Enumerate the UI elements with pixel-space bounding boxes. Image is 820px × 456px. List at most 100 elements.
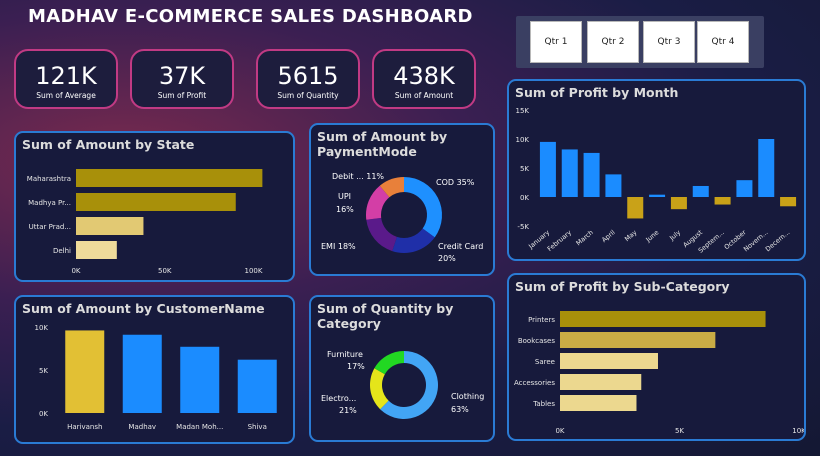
amount-by-customer-chart: 10K 5K 0K Harivansh Madhav Madan Moh... Shiva xyxy=(35,324,277,431)
profit-by-month-chart: 15K10K5K0K-5KJanuaryFebruary March April Ma… xyxy=(516,107,797,255)
x-tick-label: 10K xyxy=(792,427,804,435)
category-label: Printers xyxy=(528,316,555,324)
category-label: Bookcases xyxy=(518,337,556,345)
data-label: 63% xyxy=(451,405,469,414)
y-tick-label: 0K xyxy=(39,410,48,418)
x-tick-label: 0K xyxy=(71,267,80,275)
kpi-card-amount: 438K Sum of Amount xyxy=(372,49,476,109)
x-tick-label: Decem... xyxy=(764,228,791,253)
data-label: COD 35% xyxy=(436,178,475,187)
bar xyxy=(560,353,658,369)
bar xyxy=(76,241,117,259)
kpi-card-average: 121K Sum of Average xyxy=(14,49,118,109)
quantity-by-category-chart: Clothing 63% Electro... 21% Furniture 17% xyxy=(321,350,484,419)
data-label: Debit ... 11% xyxy=(332,172,384,181)
chart-card-profit-by-month[interactable]: Sum of Profit by Month 15K 10K 5K 0K -5K Janu… xyxy=(507,79,806,261)
category-label: Madhya Pr... xyxy=(28,199,71,207)
slicer-qtr4-button[interactable]: Qtr 4 xyxy=(697,21,749,63)
pie-slice xyxy=(366,217,397,252)
profit-by-subcategory-chart: Printers Bookcases Saree Accessories Tables 0… xyxy=(514,311,804,435)
kpi-label: Sum of Amount xyxy=(394,91,454,100)
x-tick-label: March xyxy=(575,228,595,247)
kpi-card-profit: 37K Sum of Profit xyxy=(130,49,234,109)
y-tick-label: 5K xyxy=(39,367,48,375)
kpi-card-quantity: 5615 Sum of Quantity xyxy=(256,49,360,109)
x-tick-label: 0K xyxy=(555,427,564,435)
kpi-value: 438K xyxy=(393,62,455,90)
data-label: EMI 18% xyxy=(321,242,356,251)
bar xyxy=(561,149,578,197)
chart-card-amount-by-paymentmode[interactable]: Sum of Amount by PaymentMode COD 35% Cred… xyxy=(309,123,495,276)
pie-slice xyxy=(374,351,404,375)
bar xyxy=(65,330,105,413)
x-tick-label: June xyxy=(644,228,661,244)
x-tick-label: April xyxy=(600,228,617,244)
y-tick-label: 10K xyxy=(516,136,530,144)
data-label: Electro... xyxy=(321,394,356,403)
x-tick-label: 5K xyxy=(675,427,684,435)
x-tick-label: 100K xyxy=(245,267,263,275)
data-label: Furniture xyxy=(327,350,363,359)
amount-by-state-chart: Maharashtra Madhya Pr... Uttar Prad... Delh… xyxy=(27,169,263,275)
quarter-slicer: Qtr 1 Qtr 2 Qtr 3 Qtr 4 xyxy=(516,16,764,68)
x-tick-label: 50K xyxy=(158,267,172,275)
kpi-value: 37K xyxy=(158,62,206,90)
chart-card-amount-by-state[interactable]: Sum of Amount by State Maharashtra Madhya… xyxy=(14,131,295,282)
slicer-qtr1-button[interactable]: Qtr 1 xyxy=(530,21,582,63)
x-tick-label: Harivansh xyxy=(67,423,102,431)
bar xyxy=(560,332,716,348)
dashboard-title: MADHAV E-COMMERCE SALES DASHBOARD xyxy=(28,6,473,27)
bar xyxy=(180,346,220,413)
data-label: 20% xyxy=(438,254,456,263)
y-tick-label: -5K xyxy=(517,223,529,231)
amount-by-paymentmode-chart: COD 35% Credit Card 20% EMI 18% UPI 16% Debit … xyxy=(321,172,483,263)
bar xyxy=(122,334,162,413)
chart-card-profit-by-subcategory[interactable]: Sum of Profit by Sub-Category Printers Bo… xyxy=(507,273,806,441)
category-label: Uttar Prad... xyxy=(29,223,71,231)
category-label: Maharashtra xyxy=(27,175,71,183)
bar xyxy=(583,152,600,197)
bar xyxy=(649,194,666,197)
slicer-qtr2-button[interactable]: Qtr 2 xyxy=(587,21,639,63)
bar xyxy=(714,197,731,205)
kpi-value: 121K xyxy=(35,62,97,90)
data-label: Clothing xyxy=(451,392,484,401)
bar xyxy=(627,197,644,219)
kpi-label: Sum of Quantity xyxy=(277,91,339,100)
kpi-label: Sum of Profit xyxy=(157,91,207,100)
x-tick-label: Madhav xyxy=(128,423,156,431)
bar xyxy=(780,197,797,207)
y-tick-label: 15K xyxy=(516,107,530,115)
x-tick-label: July xyxy=(667,228,682,242)
bar xyxy=(76,217,144,235)
bar xyxy=(76,193,236,211)
pie-slice xyxy=(370,368,389,410)
data-label: 16% xyxy=(336,205,354,214)
bar xyxy=(605,174,622,197)
slicer-qtr3-button[interactable]: Qtr 3 xyxy=(643,21,695,63)
x-tick-label: February xyxy=(546,228,573,253)
bar xyxy=(76,169,263,187)
category-label: Accessories xyxy=(514,379,555,387)
kpi-label: Sum of Average xyxy=(36,91,96,100)
y-tick-label: 10K xyxy=(35,324,49,332)
data-label: 17% xyxy=(347,362,365,371)
category-label: Saree xyxy=(535,358,555,366)
bar xyxy=(560,311,766,327)
y-tick-label: 5K xyxy=(520,165,529,173)
bar xyxy=(560,374,642,390)
chart-card-amount-by-customer[interactable]: Sum of Amount by CustomerName 10K 5K 0K Har… xyxy=(14,295,295,444)
x-tick-label: Madan Moh... xyxy=(176,423,223,431)
chart-card-quantity-by-category[interactable]: Sum of Quantity by Category Clothing 63% E… xyxy=(309,295,495,442)
data-label: 21% xyxy=(339,406,357,415)
x-tick-label: May xyxy=(623,228,639,243)
data-label: UPI xyxy=(338,192,351,201)
bar xyxy=(736,180,753,197)
bar xyxy=(692,185,709,197)
bar xyxy=(758,139,775,197)
category-label: Delhi xyxy=(53,247,71,255)
category-label: Tables xyxy=(532,400,555,408)
bar xyxy=(560,395,637,411)
data-label: Credit Card xyxy=(438,242,483,251)
bar xyxy=(670,197,687,210)
